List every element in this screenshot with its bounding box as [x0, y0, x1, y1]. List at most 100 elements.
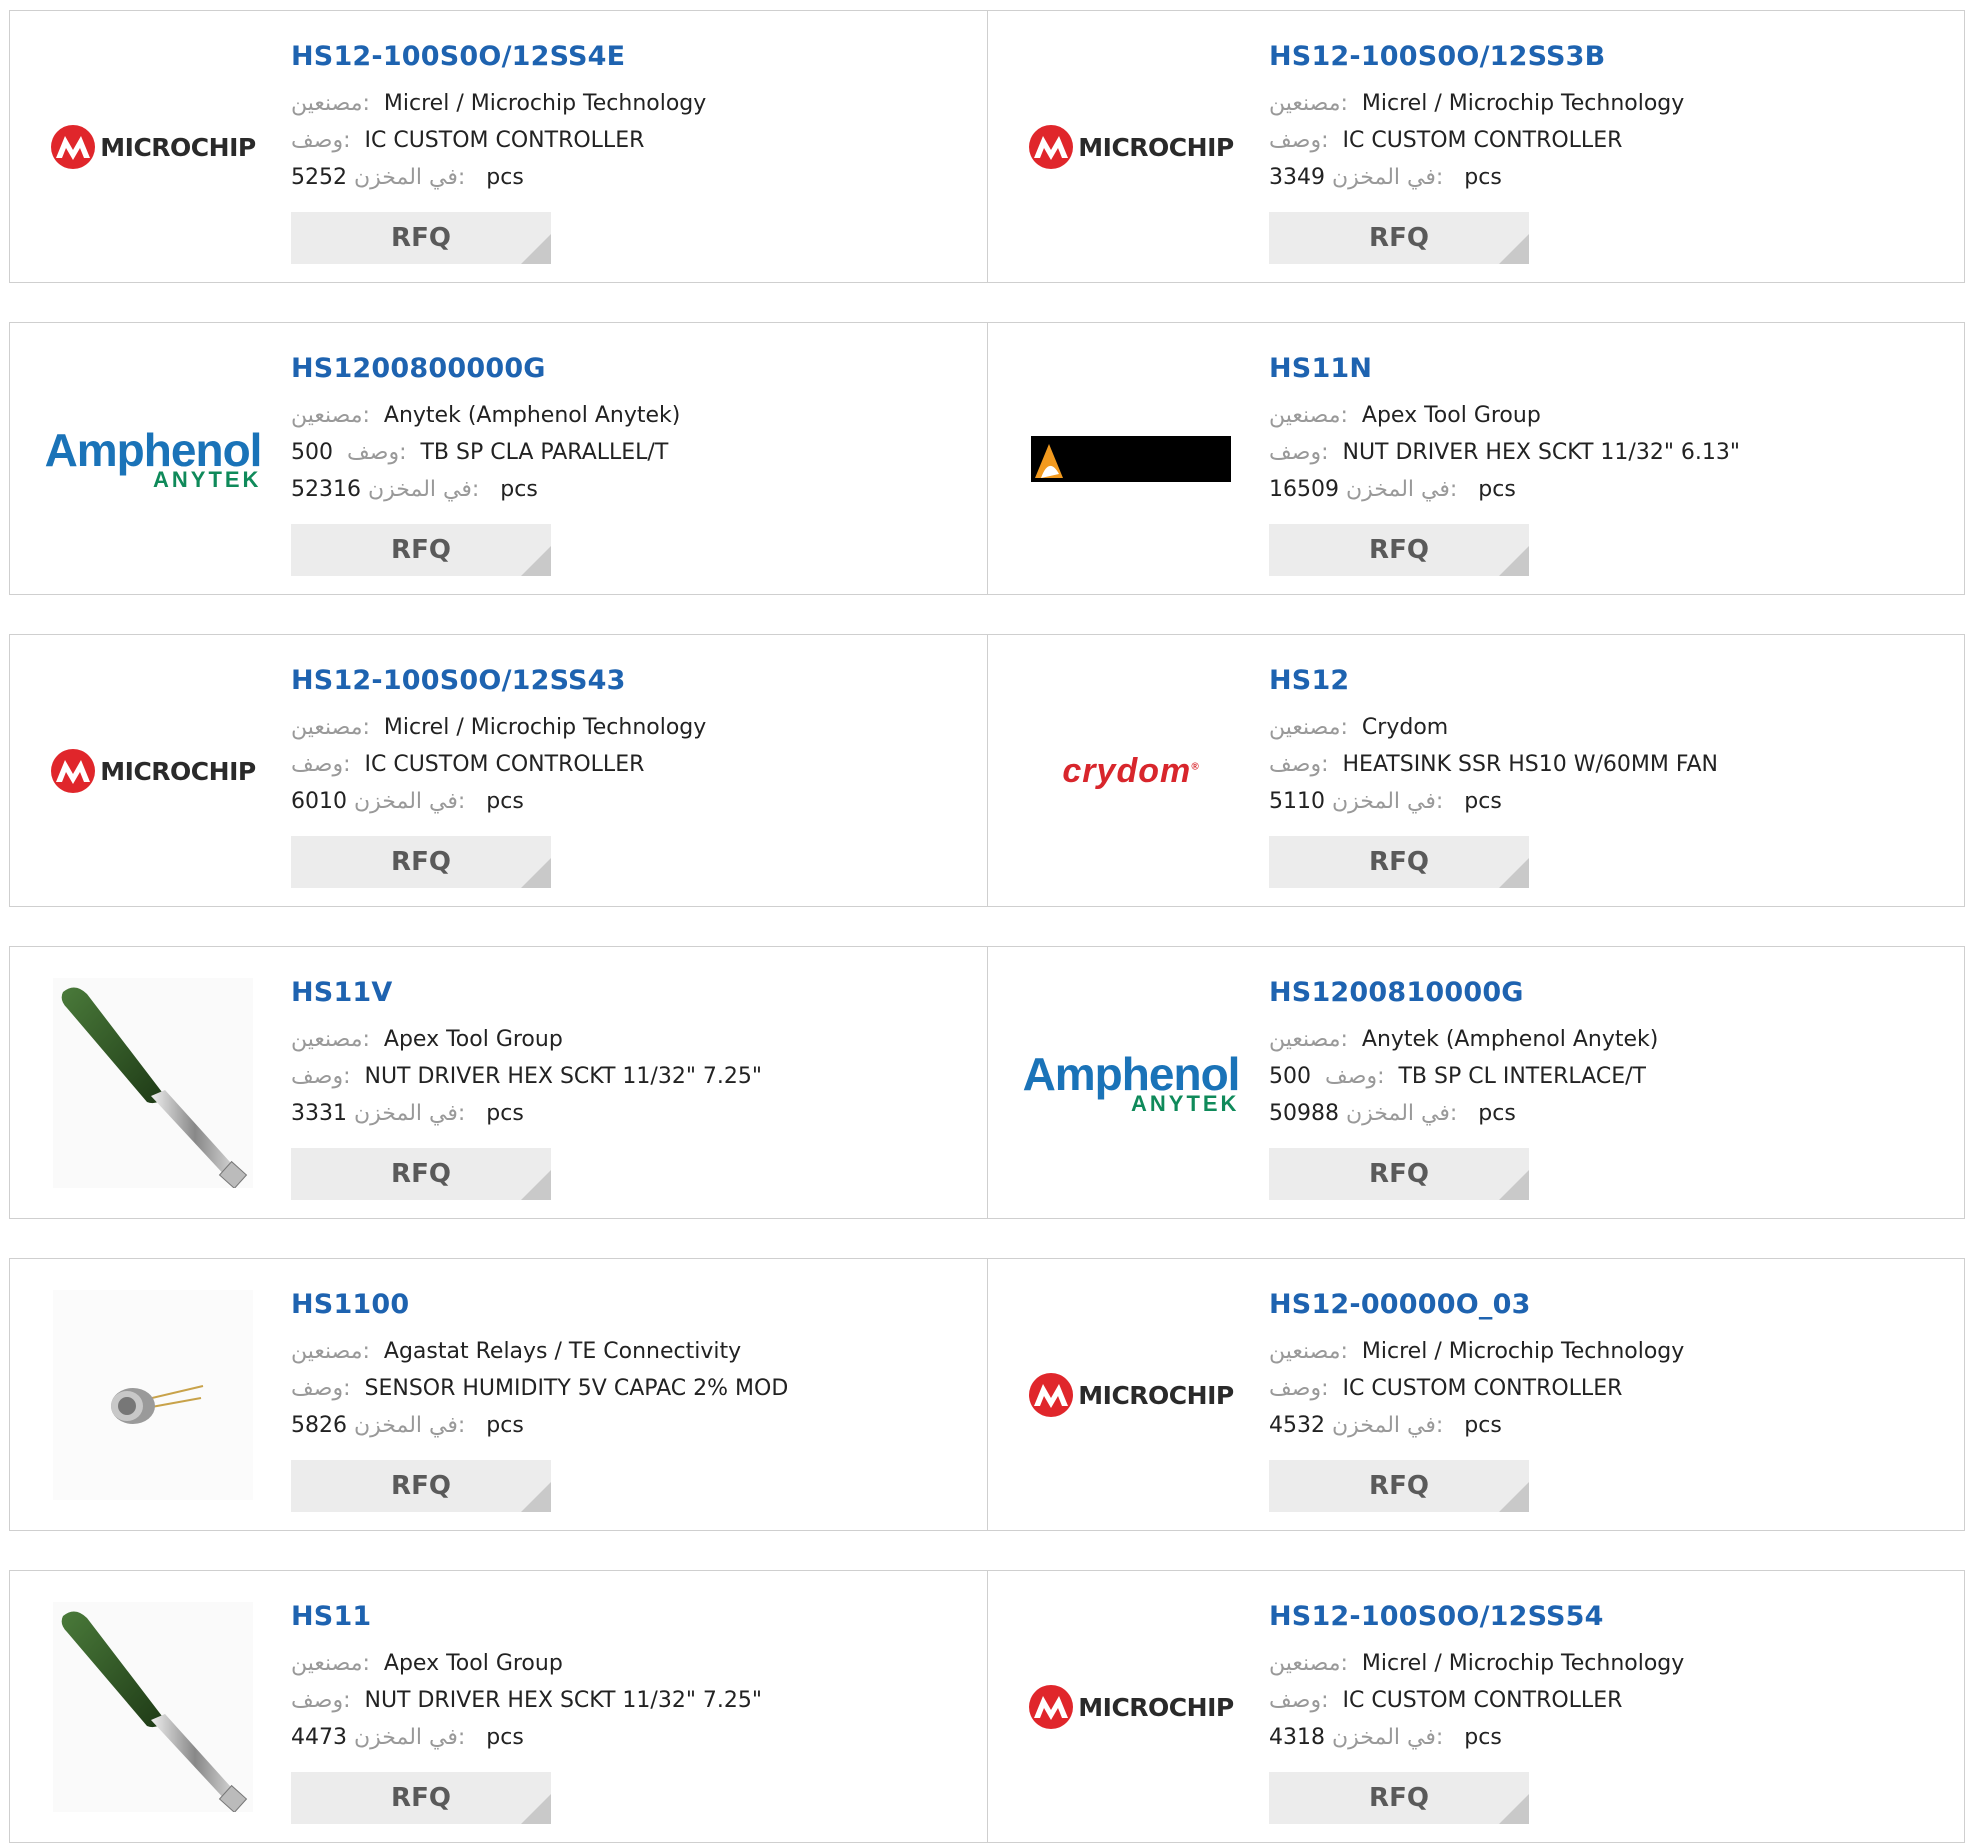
- part-number-link[interactable]: HS12-100S0O/12SS43: [291, 665, 626, 696]
- description-line: وصف: IC CUSTOM CONTROLLER: [1269, 1688, 1622, 1713]
- corner-triangle-icon: [521, 1794, 551, 1824]
- rfq-button[interactable]: RFQ: [1269, 1772, 1529, 1824]
- microchip-mark-icon: [51, 125, 96, 169]
- product-image[interactable]: MICROCHIP: [1026, 31, 1236, 263]
- rfq-label: RFQ: [391, 1471, 451, 1501]
- description-value: HEATSINK SSR HS10 W/60MM FAN: [1342, 752, 1719, 777]
- product-row: MICROCHIP HS12-100S0O/12SS4E مصنعين: Mic…: [9, 10, 1965, 283]
- manufacturer-label: مصنعين:: [291, 1339, 370, 1364]
- product-card: MICROCHIP HS12-00000O_03 مصنعين: Micrel …: [988, 1259, 1965, 1530]
- part-number-link[interactable]: HS11V: [291, 977, 393, 1008]
- stock-line: 3349 في المخزن: pcs: [1269, 165, 1502, 190]
- microchip-wordmark: MICROCHIP: [100, 756, 256, 786]
- description-value: IC CUSTOM CONTROLLER: [364, 128, 645, 153]
- manufacturer-line: مصنعين: Micrel / Microchip Technology: [1269, 91, 1684, 116]
- part-number-link[interactable]: HS11N: [1269, 353, 1372, 384]
- crydom-logo: crydom®: [1062, 751, 1200, 790]
- description-label: وصف:: [1324, 1064, 1385, 1089]
- part-number-link[interactable]: HS12-100S0O/12SS54: [1269, 1601, 1604, 1632]
- rfq-button[interactable]: RFQ: [1269, 836, 1529, 888]
- rfq-button[interactable]: RFQ: [291, 524, 551, 576]
- part-number-link[interactable]: HS1200810000G: [1269, 977, 1524, 1008]
- manufacturer-label: مصنعين:: [291, 715, 370, 740]
- microchip-wordmark: MICROCHIP: [1078, 132, 1234, 162]
- manufacturer-line: مصنعين: Micrel / Microchip Technology: [291, 715, 706, 740]
- product-image[interactable]: crydom®: [1026, 655, 1236, 887]
- manufacturer-label: مصنعين:: [1269, 1339, 1348, 1364]
- rfq-label: RFQ: [391, 847, 451, 877]
- manufacturer-label: مصنعين:: [291, 91, 370, 116]
- product-image[interactable]: Amphenol ANYTEK: [45, 343, 263, 575]
- rfq-button[interactable]: RFQ: [291, 836, 551, 888]
- stock-line: 6010 في المخزن: pcs: [291, 789, 524, 814]
- manufacturer-label: مصنعين:: [1269, 1027, 1348, 1052]
- rfq-button[interactable]: RFQ: [1269, 524, 1529, 576]
- stock-line: 16509 في المخزن: pcs: [1269, 477, 1516, 502]
- manufacturer-value: Micrel / Microchip Technology: [1361, 1651, 1685, 1676]
- rfq-button[interactable]: RFQ: [291, 1148, 551, 1200]
- stock-label: في المخزن:: [368, 477, 480, 502]
- rfq-button[interactable]: RFQ: [1269, 212, 1529, 264]
- description-label: وصف:: [1269, 128, 1329, 153]
- part-number-link[interactable]: HS11: [291, 1601, 371, 1632]
- manufacturer-line: مصنعين: Apex Tool Group: [291, 1027, 563, 1052]
- apex-logo: [1031, 436, 1231, 482]
- product-image[interactable]: MICROCHIP: [1026, 1279, 1236, 1511]
- part-number-link[interactable]: HS12: [1269, 665, 1349, 696]
- rfq-button[interactable]: RFQ: [291, 1460, 551, 1512]
- stock-label: في المخزن:: [1332, 1725, 1444, 1750]
- description-value: IC CUSTOM CONTROLLER: [1342, 128, 1623, 153]
- manufacturer-label: مصنعين:: [1269, 1651, 1348, 1676]
- stock-unit: pcs: [486, 789, 524, 814]
- corner-triangle-icon: [521, 1482, 551, 1512]
- microchip-logo: MICROCHIP: [50, 124, 256, 170]
- microchip-mark-icon: [1029, 1373, 1074, 1417]
- stock-value: 4473: [291, 1725, 347, 1750]
- manufacturer-value: Anytek (Amphenol Anytek): [383, 403, 681, 428]
- description-line: وصف: IC CUSTOM CONTROLLER: [291, 128, 644, 153]
- part-number-link[interactable]: HS1200800000G: [291, 353, 546, 384]
- description-value: IC CUSTOM CONTROLLER: [1342, 1376, 1623, 1401]
- product-image[interactable]: [48, 1279, 258, 1511]
- description-label: وصف:: [1269, 1376, 1329, 1401]
- description-label: وصف:: [346, 440, 407, 465]
- corner-triangle-icon: [1499, 234, 1529, 264]
- description-line: 500 وصف: TB SP CLA PARALLEL/T: [291, 440, 668, 465]
- part-number-link[interactable]: HS12-00000O_03: [1269, 1289, 1531, 1320]
- rfq-button[interactable]: RFQ: [1269, 1460, 1529, 1512]
- description-prefix: 500: [291, 440, 347, 465]
- microchip-mark-icon: [51, 749, 96, 793]
- product-image[interactable]: MICROCHIP: [48, 31, 258, 263]
- description-line: 500 وصف: TB SP CL INTERLACE/T: [1269, 1064, 1646, 1089]
- stock-value: 5110: [1269, 789, 1325, 814]
- microchip-mark-icon: [1029, 1685, 1074, 1729]
- manufacturer-label: مصنعين:: [291, 1027, 370, 1052]
- part-number-link[interactable]: HS1100: [291, 1289, 409, 1320]
- stock-unit: pcs: [1464, 165, 1502, 190]
- product-card: HS11V مصنعين: Apex Tool Group وصف: NUT D…: [10, 947, 987, 1218]
- product-card: MICROCHIP HS12-100S0O/12SS4E مصنعين: Mic…: [10, 11, 987, 282]
- product-image[interactable]: MICROCHIP: [48, 655, 258, 887]
- description-line: وصف: NUT DRIVER HEX SCKT 11/32" 7.25": [291, 1064, 762, 1089]
- stock-label: في المخزن:: [1332, 165, 1444, 190]
- microchip-logo: MICROCHIP: [1028, 1372, 1234, 1418]
- part-number-link[interactable]: HS12-100S0O/12SS4E: [291, 41, 625, 72]
- stock-value: 3331: [291, 1101, 347, 1126]
- manufacturer-value: Apex Tool Group: [1361, 403, 1541, 428]
- rfq-button[interactable]: RFQ: [291, 212, 551, 264]
- product-image[interactable]: [48, 1591, 258, 1823]
- description-value: SENSOR HUMIDITY 5V CAPAC 2% MOD: [364, 1376, 789, 1401]
- part-number-link[interactable]: HS12-100S0O/12SS3B: [1269, 41, 1605, 72]
- stock-value: 4318: [1269, 1725, 1325, 1750]
- stock-unit: pcs: [486, 1413, 524, 1438]
- rfq-label: RFQ: [391, 223, 451, 253]
- product-image[interactable]: MICROCHIP: [1026, 1591, 1236, 1823]
- manufacturer-line: مصنعين: Micrel / Microchip Technology: [291, 91, 706, 116]
- rfq-button[interactable]: RFQ: [1269, 1148, 1529, 1200]
- product-image[interactable]: [48, 967, 258, 1199]
- microchip-logo: MICROCHIP: [1028, 124, 1234, 170]
- rfq-label: RFQ: [391, 1783, 451, 1813]
- rfq-button[interactable]: RFQ: [291, 1772, 551, 1824]
- product-image[interactable]: Amphenol ANYTEK: [1023, 967, 1241, 1199]
- product-image[interactable]: [1026, 343, 1236, 575]
